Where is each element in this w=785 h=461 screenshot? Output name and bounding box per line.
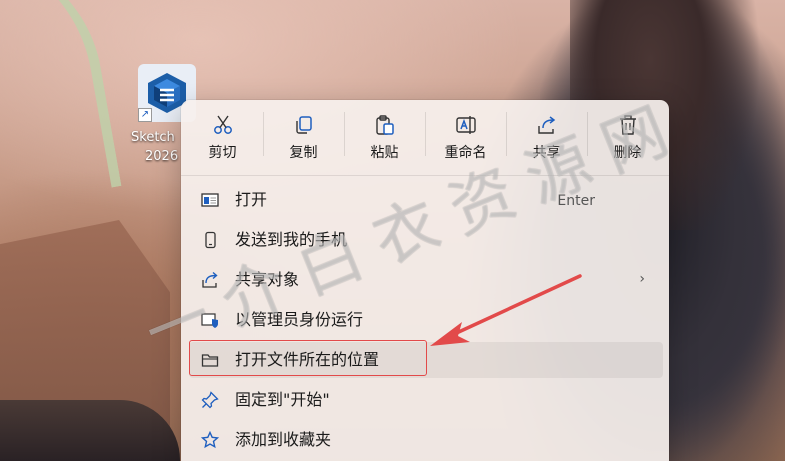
quick-action-separator [344,112,345,156]
pin-icon [201,391,219,409]
admin-shield-icon [201,313,218,328]
paste-label: 粘贴 [370,145,399,161]
menu-item-label: 添加到收藏夹 [235,430,332,449]
scissors-icon [214,115,232,134]
copy-button[interactable]: 复制 [263,108,344,168]
menu-item-label: 固定到"开始" [235,390,330,409]
menu-divider [181,175,669,176]
share-object-icon [202,271,218,288]
menu-item-send-to-phone[interactable]: 发送到我的手机 [189,222,663,258]
trash-icon [620,115,636,135]
cut-label: 剪切 [208,145,237,161]
delete-button[interactable]: 删除 [587,108,668,168]
quick-action-separator [587,112,588,156]
menu-item-open[interactable]: 打开 Enter [189,182,663,218]
menu-item-pin-to-start[interactable]: 固定到"开始" [189,382,663,418]
menu-item-label: 打开 [235,190,268,209]
wallpaper-ground [0,400,180,461]
submenu-chevron-icon: › [639,271,645,287]
phone-icon [205,231,216,249]
quick-action-separator [506,112,507,156]
delete-label: 删除 [613,145,642,161]
quick-action-separator [263,112,264,156]
share-icon [538,116,556,134]
menu-item-label: 以管理员身份运行 [235,310,364,329]
paste-button[interactable]: 粘贴 [344,108,425,168]
shortcut-hint: Enter [557,193,595,209]
copy-icon [296,116,312,134]
cut-button[interactable]: 剪切 [182,108,263,168]
star-icon [201,431,219,449]
share-button[interactable]: 共享 [506,108,587,168]
menu-item-label: 发送到我的手机 [235,230,348,249]
copy-label: 复制 [289,145,318,161]
rename-button[interactable]: 重命名 [425,108,506,168]
annotation-arrow-icon [430,274,582,346]
wallpaper-leaf [0,0,122,211]
share-label: 共享 [532,145,561,161]
shortcut-arrow-icon: ↗ [138,108,152,122]
menu-item-add-to-favorites[interactable]: 添加到收藏夹 [189,422,663,458]
menu-item-label: 共享对象 [235,270,300,289]
rename-icon [456,116,476,134]
open-window-icon [201,193,219,207]
quick-action-separator [425,112,426,156]
rename-label: 重命名 [444,145,487,161]
paste-icon [376,115,394,135]
annotation-highlight-box [189,340,427,376]
